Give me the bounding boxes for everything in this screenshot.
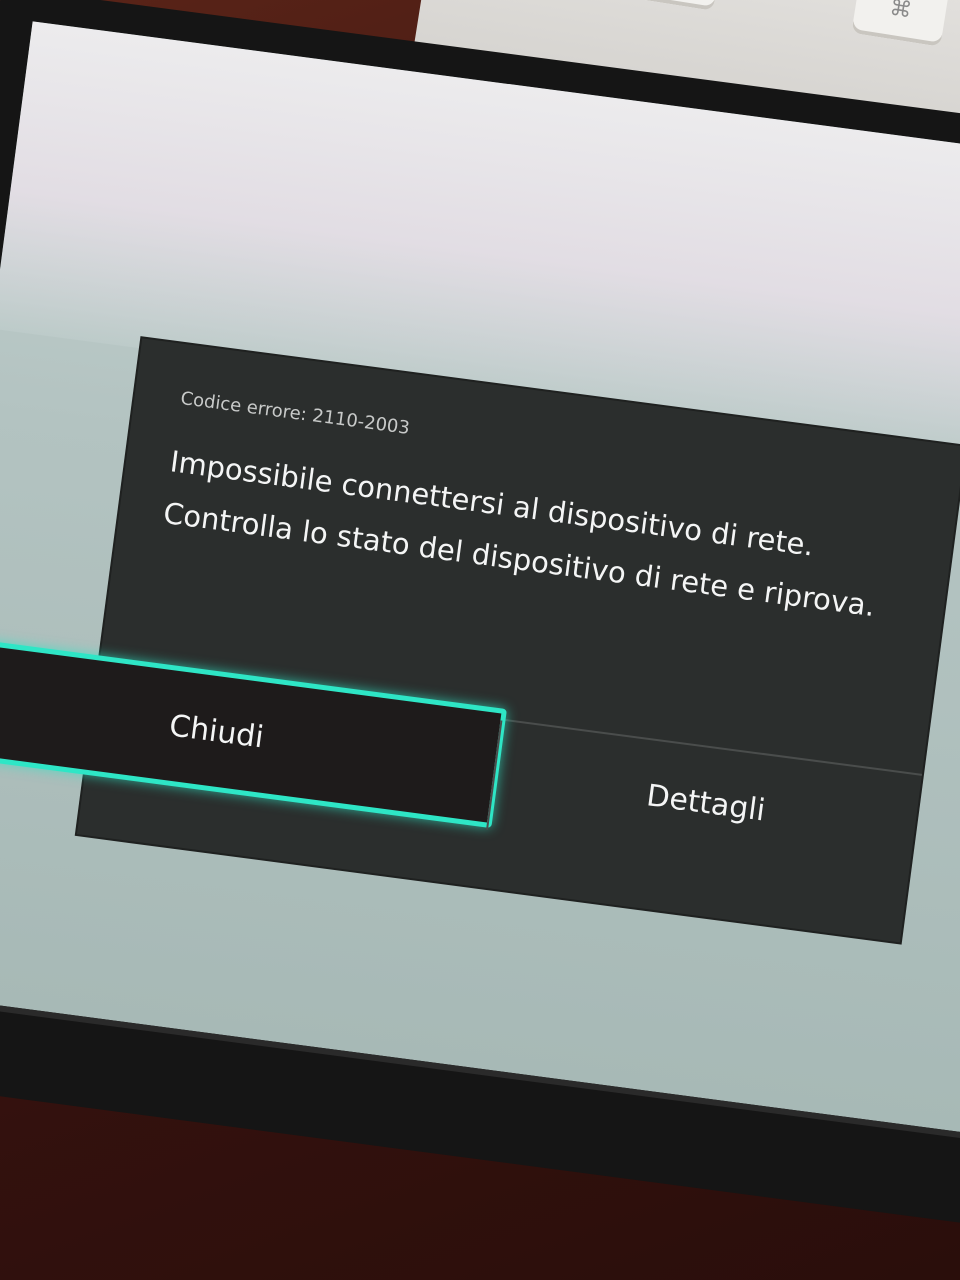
close-button[interactable]: Chiudi <box>0 634 507 829</box>
console-device: Codice errore: 2110-2003 Impossibile con… <box>0 0 960 1234</box>
keyboard-key <box>624 0 723 11</box>
console-screen: Codice errore: 2110-2003 Impossibile con… <box>0 21 960 1140</box>
photo-scene: ⌘ cr Codice errore: 2110-2003 Impossibil… <box>0 0 960 1280</box>
command-key-glyph: ⌘ <box>887 0 914 24</box>
error-dialog: Codice errore: 2110-2003 Impossibile con… <box>0 338 960 943</box>
error-message: Impossibile connettersi al dispositivo d… <box>160 435 927 637</box>
close-button-label: Chiudi <box>167 707 266 755</box>
error-code: Codice errore: 2110-2003 <box>179 387 411 439</box>
details-button-label: Dettagli <box>644 777 768 829</box>
keyboard-command-key: ⌘ <box>851 0 950 47</box>
